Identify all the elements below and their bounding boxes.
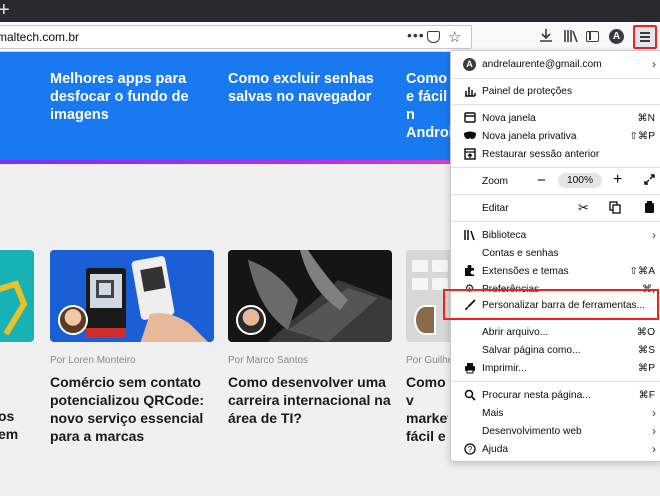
copy-icon[interactable] [609, 201, 621, 217]
restore-session-item[interactable]: Restaurar sessão anterior [451, 146, 660, 164]
chevron-right-icon: › [652, 442, 656, 456]
menu-separator [451, 221, 660, 222]
download-icon[interactable] [539, 28, 553, 46]
chevron-right-icon: › [652, 406, 656, 420]
sidebar-icon[interactable] [586, 31, 599, 42]
chart-icon [463, 85, 476, 98]
zoom-reset-button[interactable]: 100% [558, 173, 602, 188]
pocket-icon[interactable] [427, 31, 440, 43]
url-bar[interactable]: maltech.com.br ••• ☆ [0, 25, 472, 49]
account-item[interactable]: A andrelaurente@gmail.com › [451, 56, 660, 74]
library-icon [463, 229, 476, 242]
hero-article-title[interactable]: Como e fácil n Androi [406, 70, 452, 142]
menu-separator [451, 194, 660, 195]
library-item[interactable]: Biblioteca › [451, 227, 660, 245]
addons-item[interactable]: Extensões e temas ⇧⌘A [451, 263, 660, 281]
new-window-icon [463, 112, 476, 125]
bookmark-star-icon[interactable]: ☆ [448, 28, 461, 46]
author-avatar [58, 305, 88, 335]
hero-article-title[interactable]: Como excluir senhas salvas no navegador [228, 70, 388, 106]
accounts-item[interactable]: Contas e senhas [451, 245, 660, 263]
app-menu-panel: A andrelaurente@gmail.com › Painel de pr… [450, 50, 660, 462]
new-window-item[interactable]: Nova janela ⌘N [451, 110, 660, 128]
more-item[interactable]: Mais › [451, 405, 660, 423]
printer-icon [463, 362, 476, 375]
help-icon: ? [463, 443, 476, 456]
save-page-item[interactable]: Salvar página como... ⌘S [451, 342, 660, 360]
private-mask-icon [463, 130, 476, 143]
find-item[interactable]: Procurar nesta página... ⌘F [451, 387, 660, 405]
article-author: Por Guilhe [406, 355, 454, 366]
open-file-item[interactable]: Abrir arquivo... ⌘O [451, 324, 660, 342]
web-developer-item[interactable]: Desenvolvimento web › [451, 423, 660, 441]
new-private-window-item[interactable]: Nova janela privativa ⇧⌘P [451, 128, 660, 146]
svg-text:?: ? [467, 445, 472, 454]
tab-strip: + [0, 0, 660, 22]
article-title[interactable]: Comércio sem contato potencializou QRCod… [50, 373, 215, 445]
chevron-right-icon: › [652, 424, 656, 438]
account-avatar-icon: A [463, 58, 476, 71]
chevron-right-icon: › [652, 57, 656, 71]
menu-separator [451, 381, 660, 382]
search-icon [463, 389, 476, 402]
fullscreen-icon[interactable] [644, 174, 655, 188]
hero-article-title[interactable]: Melhores apps para desfocar o fundo de i… [50, 70, 210, 124]
open-menu-button[interactable] [633, 25, 657, 49]
protections-item[interactable]: Painel de proteções [451, 83, 660, 101]
zoom-out-button[interactable]: − [537, 172, 546, 189]
menu-separator [451, 104, 660, 105]
url-text[interactable]: maltech.com.br [0, 30, 79, 44]
puzzle-icon [463, 264, 476, 278]
author-avatar [414, 305, 436, 335]
page-actions-icon[interactable]: ••• [407, 27, 425, 43]
article-title[interactable]: os em [0, 407, 38, 443]
menu-separator [451, 78, 660, 79]
article-image[interactable] [0, 250, 34, 342]
article-title[interactable]: Como v market fácil e [406, 373, 448, 445]
account-avatar-icon[interactable]: A [609, 29, 624, 44]
menu-separator [451, 167, 660, 168]
article-author: Por Marco Santos [228, 355, 309, 366]
cut-icon[interactable]: ✂ [578, 200, 589, 216]
print-item[interactable]: Imprimir... ⌘P [451, 360, 660, 378]
author-avatar [236, 305, 266, 335]
zoom-in-button[interactable]: + [613, 171, 622, 189]
edit-row: Editar ✂ [451, 200, 660, 218]
help-item[interactable]: ? Ajuda › [451, 441, 660, 459]
navigation-toolbar: maltech.com.br ••• ☆ [0, 22, 660, 52]
library-icon[interactable] [563, 29, 579, 46]
highlight-box [443, 289, 659, 320]
chevron-right-icon: › [652, 228, 656, 242]
restore-icon [463, 148, 476, 161]
article-title[interactable]: Como desenvolver uma carreira internacio… [228, 373, 393, 427]
zoom-row: Zoom − 100% + [451, 171, 660, 191]
new-tab-button[interactable]: + [0, 0, 10, 21]
paste-icon[interactable] [644, 201, 655, 217]
article-author: Por Loren Monteiro [50, 355, 136, 366]
